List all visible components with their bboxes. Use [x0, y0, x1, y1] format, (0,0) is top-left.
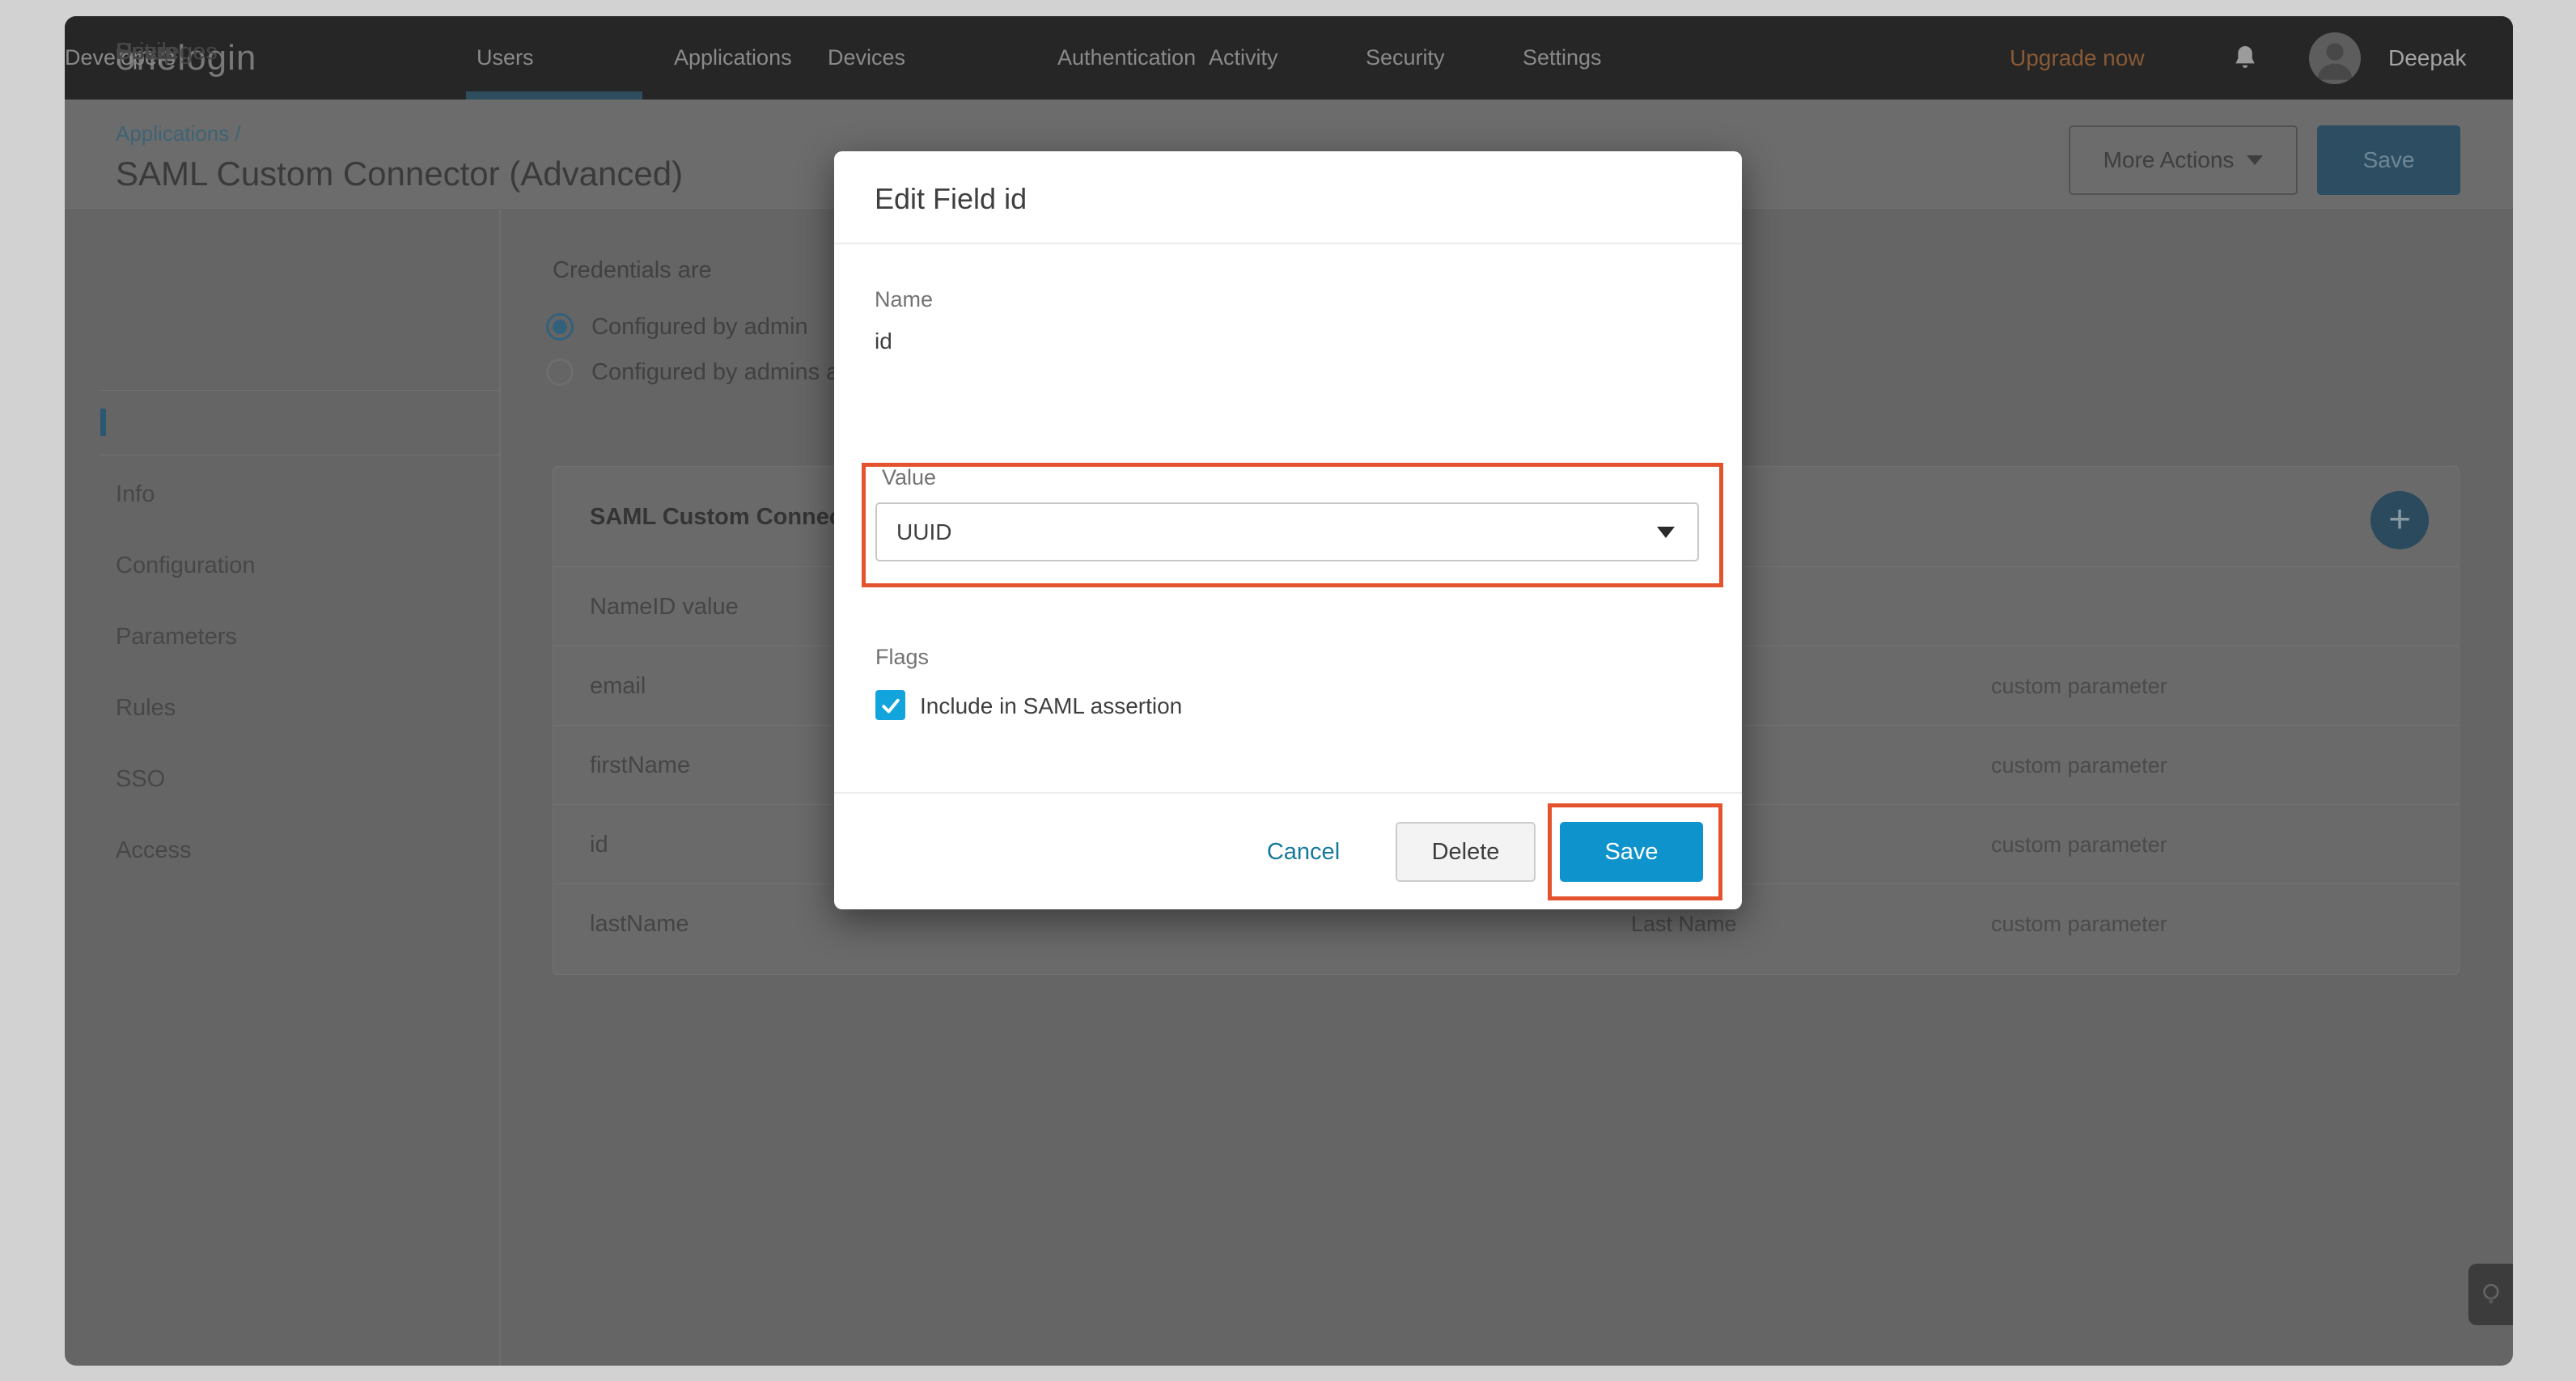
nav-item-devices[interactable]: Devices: [828, 16, 905, 100]
dropdown-caret-icon: [1657, 527, 1675, 538]
nav-item-applications[interactable]: Applications: [674, 16, 792, 100]
sidebar-item-configuration[interactable]: Configuration: [116, 530, 256, 601]
value-label: Value: [882, 465, 936, 490]
nav-item-users[interactable]: Users: [477, 16, 534, 100]
modal-title: Edit Field id: [875, 182, 1027, 216]
sidebar-item-sso[interactable]: SSO: [116, 743, 165, 815]
radio-configured-by-admin[interactable]: [546, 313, 574, 341]
flags-label: Flags: [875, 645, 929, 670]
param-type: custom parameter: [1991, 646, 2167, 726]
radio-label: Configured by admin: [591, 314, 808, 341]
nav-item-activity[interactable]: Activity: [1209, 16, 1278, 100]
param-name: email: [590, 646, 646, 726]
sidebar-item-setup[interactable]: Setup: [116, 16, 177, 87]
value-dropdown[interactable]: UUID: [875, 502, 1699, 561]
checkmark-icon: [879, 693, 903, 718]
user-name[interactable]: Deepak: [2388, 16, 2467, 100]
notification-bell-icon[interactable]: [2230, 43, 2260, 74]
page-title: SAML Custom Connector (Advanced): [116, 155, 683, 193]
param-type: custom parameter: [1991, 805, 2167, 884]
modal-header: Edit Field id: [834, 151, 1742, 244]
value-dropdown-selected: UUID: [896, 504, 951, 560]
app-window: onelogin Users Applications Devices Auth…: [65, 16, 2513, 1366]
param-name: firstName: [590, 726, 690, 805]
param-name: id: [590, 805, 608, 884]
breadcrumb[interactable]: Applications /: [116, 121, 241, 146]
param-name: NameID value: [590, 567, 739, 646]
active-nav-underline: [466, 91, 642, 100]
upgrade-now-link[interactable]: Upgrade now: [2010, 16, 2145, 100]
cancel-button[interactable]: Cancel: [1255, 794, 1352, 911]
include-in-saml-checkbox[interactable]: [875, 690, 905, 720]
lightbulb-icon: [2475, 1278, 2507, 1311]
name-label: Name: [875, 287, 933, 312]
sidebar-item-access[interactable]: Access: [116, 815, 191, 886]
sidebar-item-parameters[interactable]: Parameters: [116, 601, 237, 672]
sidebar-item-rules[interactable]: Rules: [116, 672, 176, 743]
radio-label: Configured by admins a: [591, 359, 839, 386]
page-save-button[interactable]: Save: [2317, 125, 2460, 195]
sidebar-divider: [499, 210, 501, 1366]
more-actions-button[interactable]: More Actions: [2069, 125, 2298, 195]
table-header-label: SAML Custom Connecto: [590, 467, 864, 567]
nav-item-authentication[interactable]: Authentication: [1057, 16, 1196, 100]
param-name: lastName: [590, 884, 689, 964]
checkbox-label: Include in SAML assertion: [920, 693, 1182, 719]
help-lightbulb-button[interactable]: [2468, 1264, 2513, 1325]
save-annotation-box: [1548, 803, 1722, 900]
radio-configured-by-admins-and[interactable]: [546, 358, 574, 386]
credentials-label: Credentials are: [553, 257, 712, 284]
nav-item-settings[interactable]: Settings: [1523, 16, 1602, 100]
nav-item-security[interactable]: Security: [1366, 16, 1445, 100]
sidebar-active-indicator: [100, 409, 106, 436]
more-actions-label: More Actions: [2104, 147, 2235, 173]
param-type: custom parameter: [1991, 884, 2167, 964]
delete-button[interactable]: Delete: [1396, 822, 1536, 882]
user-avatar[interactable]: [2309, 32, 2361, 84]
sidebar-item-info[interactable]: Info: [116, 459, 155, 530]
add-parameter-button[interactable]: +: [2371, 491, 2429, 549]
top-nav: onelogin Users Applications Devices Auth…: [65, 16, 2513, 100]
name-value: id: [875, 328, 892, 354]
param-type: custom parameter: [1991, 726, 2167, 805]
sidebar-section-divider: [100, 390, 499, 391]
chevron-down-icon: [2247, 155, 2263, 165]
edit-field-modal: Edit Field id Name id Value UUID Flags I…: [834, 151, 1742, 909]
